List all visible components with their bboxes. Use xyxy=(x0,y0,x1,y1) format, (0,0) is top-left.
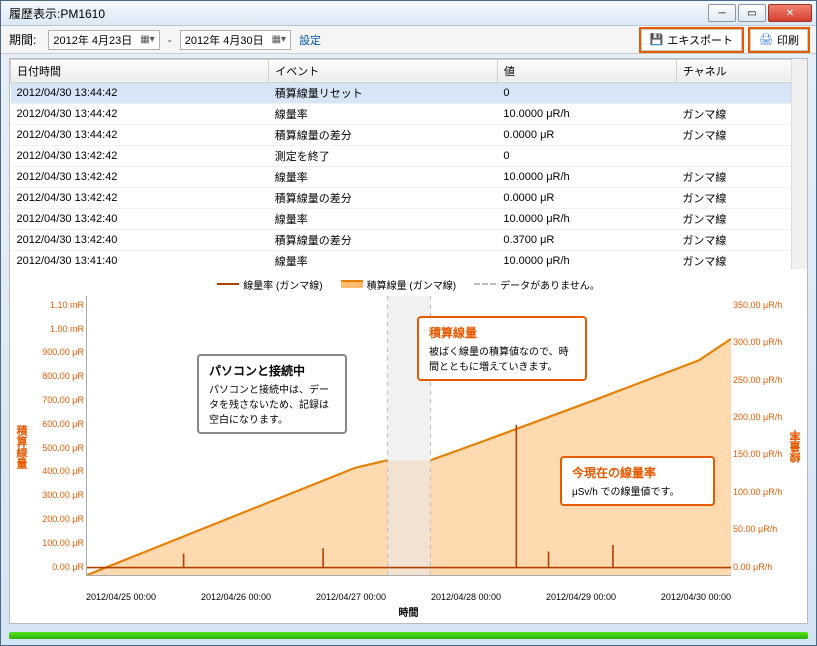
calendar-icon: ▦▾ xyxy=(272,34,286,45)
date-from-picker[interactable]: 2012年 4月23日 ▦▾ xyxy=(48,30,159,50)
legend-rate: 線量率 (ガンマ線) xyxy=(217,277,322,292)
callout-rate: 今現在の線量率 μSv/h での線量値です。 xyxy=(560,456,715,506)
history-table-wrap[interactable]: 日付時間 イベント 値 チャネル 2012/04/30 13:44:42積算線量… xyxy=(10,59,807,269)
plot-wrap: 1.10 mR1.00 mR900.00 μR800.00 μR700.00 μ… xyxy=(30,296,787,590)
right-ticks: 350.00 μR/h300.00 μR/h250.00 μR/h200.00 … xyxy=(731,296,787,590)
export-button[interactable]: 💾 エキスポート xyxy=(641,29,742,51)
table-row[interactable]: 2012/04/30 13:42:40積算線量の差分0.3700 μRガンマ線 xyxy=(11,229,807,250)
date-range-dash: - xyxy=(168,33,172,47)
history-table: 日付時間 イベント 値 チャネル 2012/04/30 13:44:42積算線量… xyxy=(10,59,807,269)
printer-icon: 🖨 xyxy=(759,33,773,46)
callout-pc-connect: パソコンと接続中 パソコンと接続中は、データを残さないため、記録は空白になります… xyxy=(197,354,347,434)
date-from-value: 2012年 4月23日 xyxy=(53,32,132,48)
window-title: 履歴表示:PM1610 xyxy=(9,5,708,22)
col-value[interactable]: 値 xyxy=(497,59,676,82)
x-ticks: 2012/04/25 00:002012/04/26 00:002012/04/… xyxy=(30,590,787,602)
titlebar: 履歴表示:PM1610 ─ ▭ ✕ xyxy=(1,1,816,26)
print-button[interactable]: 🖨 印刷 xyxy=(750,29,808,51)
left-axis-label: 積算線量 xyxy=(12,275,30,619)
col-datetime[interactable]: 日付時間 xyxy=(11,59,269,82)
table-header-row: 日付時間 イベント 値 チャネル xyxy=(11,59,807,82)
minimize-button[interactable]: ─ xyxy=(708,4,736,22)
left-ticks: 1.10 mR1.00 mR900.00 μR800.00 μR700.00 μ… xyxy=(30,296,86,590)
save-icon: 💾 xyxy=(650,33,664,46)
status-bar xyxy=(9,632,808,639)
x-axis-label: 時間 xyxy=(30,602,787,619)
chart-legend: 線量率 (ガンマ線) 積算線量 (ガンマ線) データがありません。 xyxy=(30,275,787,296)
close-button[interactable]: ✕ xyxy=(768,4,812,22)
legend-dose: 積算線量 (ガンマ線) xyxy=(341,277,456,292)
window-controls: ─ ▭ ✕ xyxy=(708,4,812,22)
calendar-icon: ▦▾ xyxy=(140,34,154,45)
table-row[interactable]: 2012/04/30 13:42:40線量率10.0000 μR/hガンマ線 xyxy=(11,208,807,229)
date-to-picker[interactable]: 2012年 4月30日 ▦▾ xyxy=(180,30,291,50)
vertical-scrollbar[interactable] xyxy=(791,59,807,269)
chart-svg xyxy=(87,296,731,575)
table-row[interactable]: 2012/04/30 13:42:42積算線量の差分0.0000 μRガンマ線 xyxy=(11,187,807,208)
date-to-value: 2012年 4月30日 xyxy=(185,32,264,48)
chart-area: 積算線量 線量率 (ガンマ線) 積算線量 (ガンマ線) データがありません。 1… xyxy=(10,269,807,623)
callout-dose: 積算線量 被ばく線量の積算値なので、時間とともに増えていきます。 xyxy=(417,316,587,381)
col-channel[interactable]: チャネル xyxy=(676,59,806,82)
table-row[interactable]: 2012/04/30 13:42:42線量率10.0000 μR/hガンマ線 xyxy=(11,166,807,187)
settings-link[interactable]: 設定 xyxy=(299,32,321,48)
period-label: 期間: xyxy=(9,31,36,48)
toolbar: 期間: 2012年 4月23日 ▦▾ - 2012年 4月30日 ▦▾ 設定 💾… xyxy=(1,26,816,53)
table-row[interactable]: 2012/04/30 13:44:42積算線量リセット0 xyxy=(11,82,807,103)
chart-body: 線量率 (ガンマ線) 積算線量 (ガンマ線) データがありません。 1.10 m… xyxy=(30,275,787,619)
plot[interactable]: パソコンと接続中 パソコンと接続中は、データを残さないため、記録は空白になります… xyxy=(86,296,731,576)
maximize-button[interactable]: ▭ xyxy=(738,4,766,22)
table-row[interactable]: 2012/04/30 13:42:42測定を終了0 xyxy=(11,145,807,166)
content-pane: 日付時間 イベント 値 チャネル 2012/04/30 13:44:42積算線量… xyxy=(9,58,808,624)
table-row[interactable]: 2012/04/30 13:41:40線量率10.0000 μR/hガンマ線 xyxy=(11,250,807,269)
col-event[interactable]: イベント xyxy=(269,59,498,82)
table-row[interactable]: 2012/04/30 13:44:42線量率10.0000 μR/hガンマ線 xyxy=(11,103,807,124)
app-window: 履歴表示:PM1610 ─ ▭ ✕ 期間: 2012年 4月23日 ▦▾ - 2… xyxy=(0,0,817,646)
table-row[interactable]: 2012/04/30 13:44:42積算線量の差分0.0000 μRガンマ線 xyxy=(11,124,807,145)
right-axis-label: 線量率 xyxy=(787,275,805,619)
legend-nodata: データがありません。 xyxy=(474,277,600,292)
